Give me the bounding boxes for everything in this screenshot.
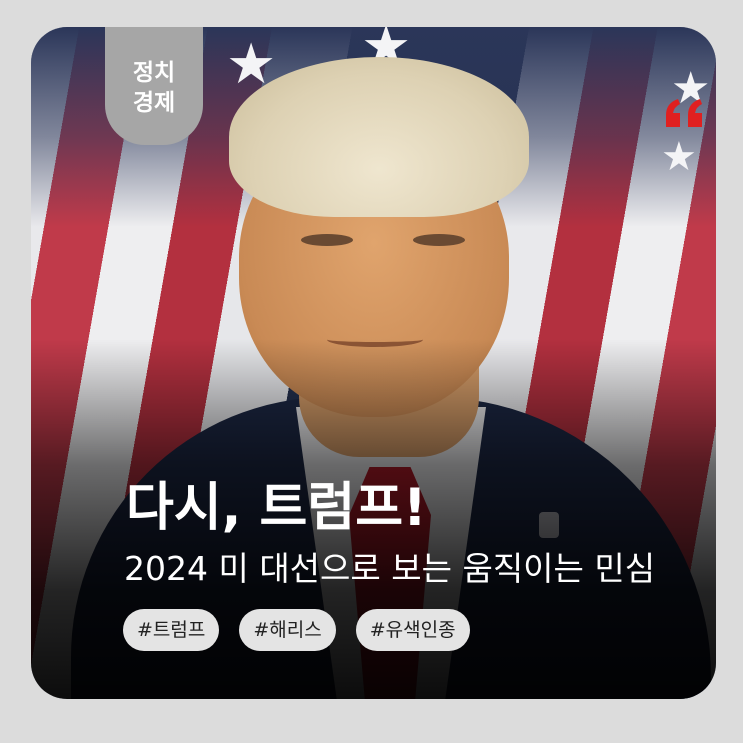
portrait-eye bbox=[413, 234, 465, 246]
tag-list: #트럼프 #해리스 #유색인종 bbox=[123, 609, 470, 651]
star-icon: ★ bbox=[661, 134, 697, 180]
quote-icon bbox=[666, 99, 702, 127]
page: ★ ★ ★ ★ 정치 경제 다시, 트럼프! 2024 미 대선으로 보는 움직… bbox=[0, 0, 743, 743]
article-title[interactable]: 다시, 트럼프! bbox=[126, 476, 427, 540]
category-tab[interactable]: 정치 경제 bbox=[105, 27, 203, 145]
category-label: 정치 bbox=[132, 60, 176, 86]
tag-chip[interactable]: #유색인종 bbox=[355, 609, 470, 651]
portrait-hair bbox=[229, 57, 529, 217]
article-subtitle: 2024 미 대선으로 보는 움직이는 민심 bbox=[124, 549, 656, 588]
portrait-eye bbox=[301, 234, 353, 246]
article-card[interactable]: ★ ★ ★ ★ 정치 경제 다시, 트럼프! 2024 미 대선으로 보는 움직… bbox=[31, 27, 716, 699]
tag-chip[interactable]: #트럼프 bbox=[123, 609, 220, 651]
tag-chip[interactable]: #해리스 bbox=[239, 609, 336, 651]
category-label: 경제 bbox=[132, 90, 176, 116]
